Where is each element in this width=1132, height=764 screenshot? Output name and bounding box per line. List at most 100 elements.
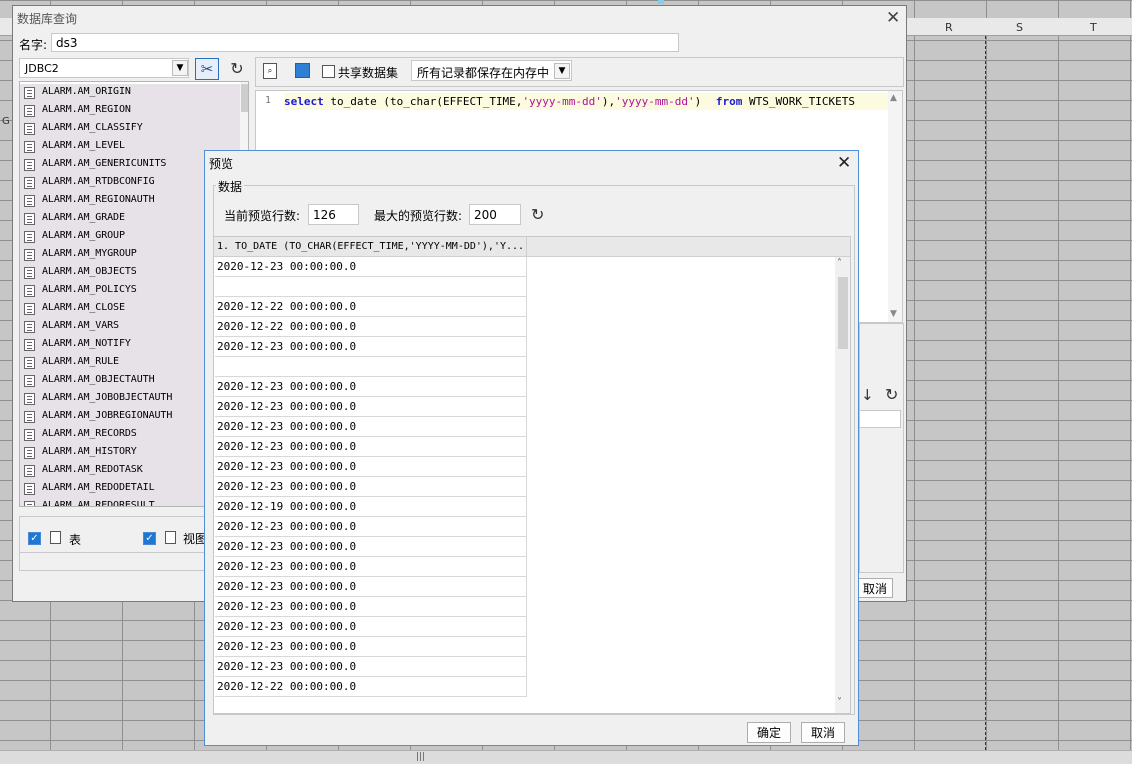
table-header: 1. TO_DATE (TO_CHAR(EFFECT_TIME,'YYYY-MM… [214, 237, 850, 257]
table-icon [24, 465, 35, 477]
table-row[interactable]: 2020-12-23 00:00:00.0 [215, 637, 527, 657]
table-icon [24, 87, 35, 99]
table-row[interactable]: 2020-12-23 00:00:00.0 [215, 417, 527, 437]
preview-dialog-title: 预览 [209, 157, 234, 171]
table-row[interactable]: 2020-12-22 00:00:00.0 [215, 317, 527, 337]
close-icon[interactable]: ✕ [886, 10, 900, 27]
tools-icon[interactable]: ✂ [195, 58, 219, 80]
parameter-input[interactable] [859, 410, 901, 428]
scroll-thumb[interactable] [838, 277, 848, 349]
parameter-icon[interactable] [295, 63, 310, 78]
table-icon [24, 105, 35, 117]
cell-value: 2020-12-23 00:00:00.0 [217, 340, 357, 353]
table-row[interactable]: 2020-12-23 00:00:00.0 [215, 517, 527, 537]
scroll-up-icon[interactable]: ˄ [837, 258, 842, 269]
close-icon[interactable]: ✕ [837, 155, 851, 172]
cell-value: 2020-12-23 00:00:00.0 [217, 560, 357, 573]
table-row[interactable]: 2020-12-23 00:00:00.0 [215, 597, 527, 617]
cancel-button[interactable]: 取消 [858, 578, 893, 598]
table-name: ALARM.AM_GROUP [42, 230, 125, 241]
cancel-button[interactable]: 取消 [801, 722, 845, 743]
scroll-thumb[interactable] [241, 84, 248, 112]
preview-table[interactable]: 1. TO_DATE (TO_CHAR(EFFECT_TIME,'YYYY-MM… [213, 236, 851, 714]
cell-value: 2020-12-23 00:00:00.0 [217, 420, 357, 433]
table-name: ALARM.AM_REDODETAIL [42, 482, 155, 493]
table-icon [24, 393, 35, 405]
cell-value: 2020-12-23 00:00:00.0 [217, 380, 357, 393]
table-icon [24, 501, 35, 506]
chevron-down-icon[interactable]: ▼ [172, 60, 188, 76]
connection-select[interactable]: JDBC2 ▼ [19, 58, 189, 78]
table-row[interactable]: 2020-12-23 00:00:00.0 [215, 557, 527, 577]
table-row[interactable]: 2020-12-23 00:00:00.0 [215, 337, 527, 357]
table-name: ALARM.AM_MYGROUP [42, 248, 137, 259]
memory-mode-select[interactable]: 所有记录都保存在内存中 ▼ [411, 60, 572, 81]
max-rows-input[interactable]: 200 [469, 204, 521, 225]
table-row[interactable]: 2020-12-23 00:00:00.0 [215, 577, 527, 597]
table-icon [24, 303, 35, 315]
table-icon [24, 483, 35, 495]
table-name: ALARM.AM_REDORESULT [42, 500, 155, 507]
table-row[interactable]: 2020-12-23 00:00:00.0 [215, 437, 527, 457]
cell-value: 2020-12-23 00:00:00.0 [217, 660, 357, 673]
table-name: ALARM.AM_GRADE [42, 212, 125, 223]
table-name: ALARM.AM_REDOTASK [42, 464, 143, 475]
table-row[interactable]: 2020-12-23 00:00:00.0 [215, 477, 527, 497]
name-input[interactable]: ds3 [51, 33, 679, 52]
scroll-grip[interactable]: ||| [416, 752, 425, 762]
refresh-icon[interactable]: ↻ [885, 385, 898, 404]
list-item[interactable]: ALARM.AM_ORIGIN [20, 84, 240, 102]
refresh-icon[interactable]: ↻ [531, 205, 544, 224]
table-name: ALARM.AM_POLICYS [42, 284, 137, 295]
cell-value: 2020-12-23 00:00:00.0 [217, 260, 357, 273]
table-icon [24, 231, 35, 243]
list-item[interactable]: ALARM.AM_REGION [20, 102, 240, 120]
table-icon [24, 213, 35, 225]
cell-value: 2020-12-23 00:00:00.0 [217, 640, 357, 653]
chevron-down-icon[interactable]: ▼ [554, 63, 570, 79]
share-dataset-checkbox[interactable] [322, 65, 335, 78]
arrow-down-icon[interactable]: ↓ [861, 386, 874, 404]
cell-value: 2020-12-23 00:00:00.0 [217, 520, 357, 533]
ok-button[interactable]: 确定 [747, 722, 791, 743]
current-rows-field[interactable]: 126 [308, 204, 359, 225]
table-row[interactable] [215, 277, 527, 297]
table-row[interactable]: 2020-12-23 00:00:00.0 [215, 617, 527, 637]
table-row[interactable]: 2020-12-23 00:00:00.0 [215, 457, 527, 477]
table-row[interactable]: 2020-12-23 00:00:00.0 [215, 397, 527, 417]
table-row[interactable]: 2020-12-23 00:00:00.0 [215, 657, 527, 677]
preview-table-scrollbar[interactable]: ˄ ˅ [835, 257, 850, 713]
table-row[interactable]: 2020-12-23 00:00:00.0 [215, 377, 527, 397]
table-row[interactable]: 2020-12-23 00:00:00.0 [215, 257, 527, 277]
view-checkbox[interactable]: ✓ [143, 532, 156, 545]
column-header-s[interactable]: S [1016, 21, 1023, 34]
selection-marker [658, 0, 664, 4]
table-row[interactable] [215, 357, 527, 377]
table-icon [24, 141, 35, 153]
column-header-r[interactable]: R [945, 21, 953, 34]
scroll-down-icon[interactable]: ▼ [890, 309, 897, 319]
preview-doc-icon[interactable]: ⌕ [263, 63, 277, 79]
data-group-label: 数据 [216, 178, 245, 195]
table-icon [24, 447, 35, 459]
table-name: ALARM.AM_CLOSE [42, 302, 125, 313]
sql-editor-scrollbar[interactable]: ▲ ▼ [888, 91, 902, 322]
table-icon [24, 267, 35, 279]
cell-value: 2020-12-23 00:00:00.0 [217, 480, 357, 493]
refresh-icon[interactable]: ↻ [226, 58, 248, 80]
table-icon [24, 249, 35, 261]
table-name: ALARM.AM_REGIONAUTH [42, 194, 155, 205]
column-header[interactable]: 1. TO_DATE (TO_CHAR(EFFECT_TIME,'YYYY-MM… [214, 237, 527, 257]
table-checkbox[interactable]: ✓ [28, 532, 41, 545]
scroll-up-icon[interactable]: ▲ [890, 93, 897, 103]
scroll-down-icon[interactable]: ˅ [837, 697, 842, 708]
list-item[interactable]: ALARM.AM_CLASSIFY [20, 120, 240, 138]
table-row[interactable]: 2020-12-23 00:00:00.0 [215, 537, 527, 557]
column-header-t[interactable]: T [1090, 21, 1097, 34]
table-row[interactable]: 2020-12-19 00:00:00.0 [215, 497, 527, 517]
table-row[interactable]: 2020-12-22 00:00:00.0 [215, 297, 527, 317]
horizontal-scrollbar[interactable]: ||| [0, 750, 1132, 764]
max-rows-label: 最大的预览行数: [374, 209, 463, 223]
table-row[interactable]: 2020-12-22 00:00:00.0 [215, 677, 527, 697]
page-break-line [985, 36, 986, 750]
